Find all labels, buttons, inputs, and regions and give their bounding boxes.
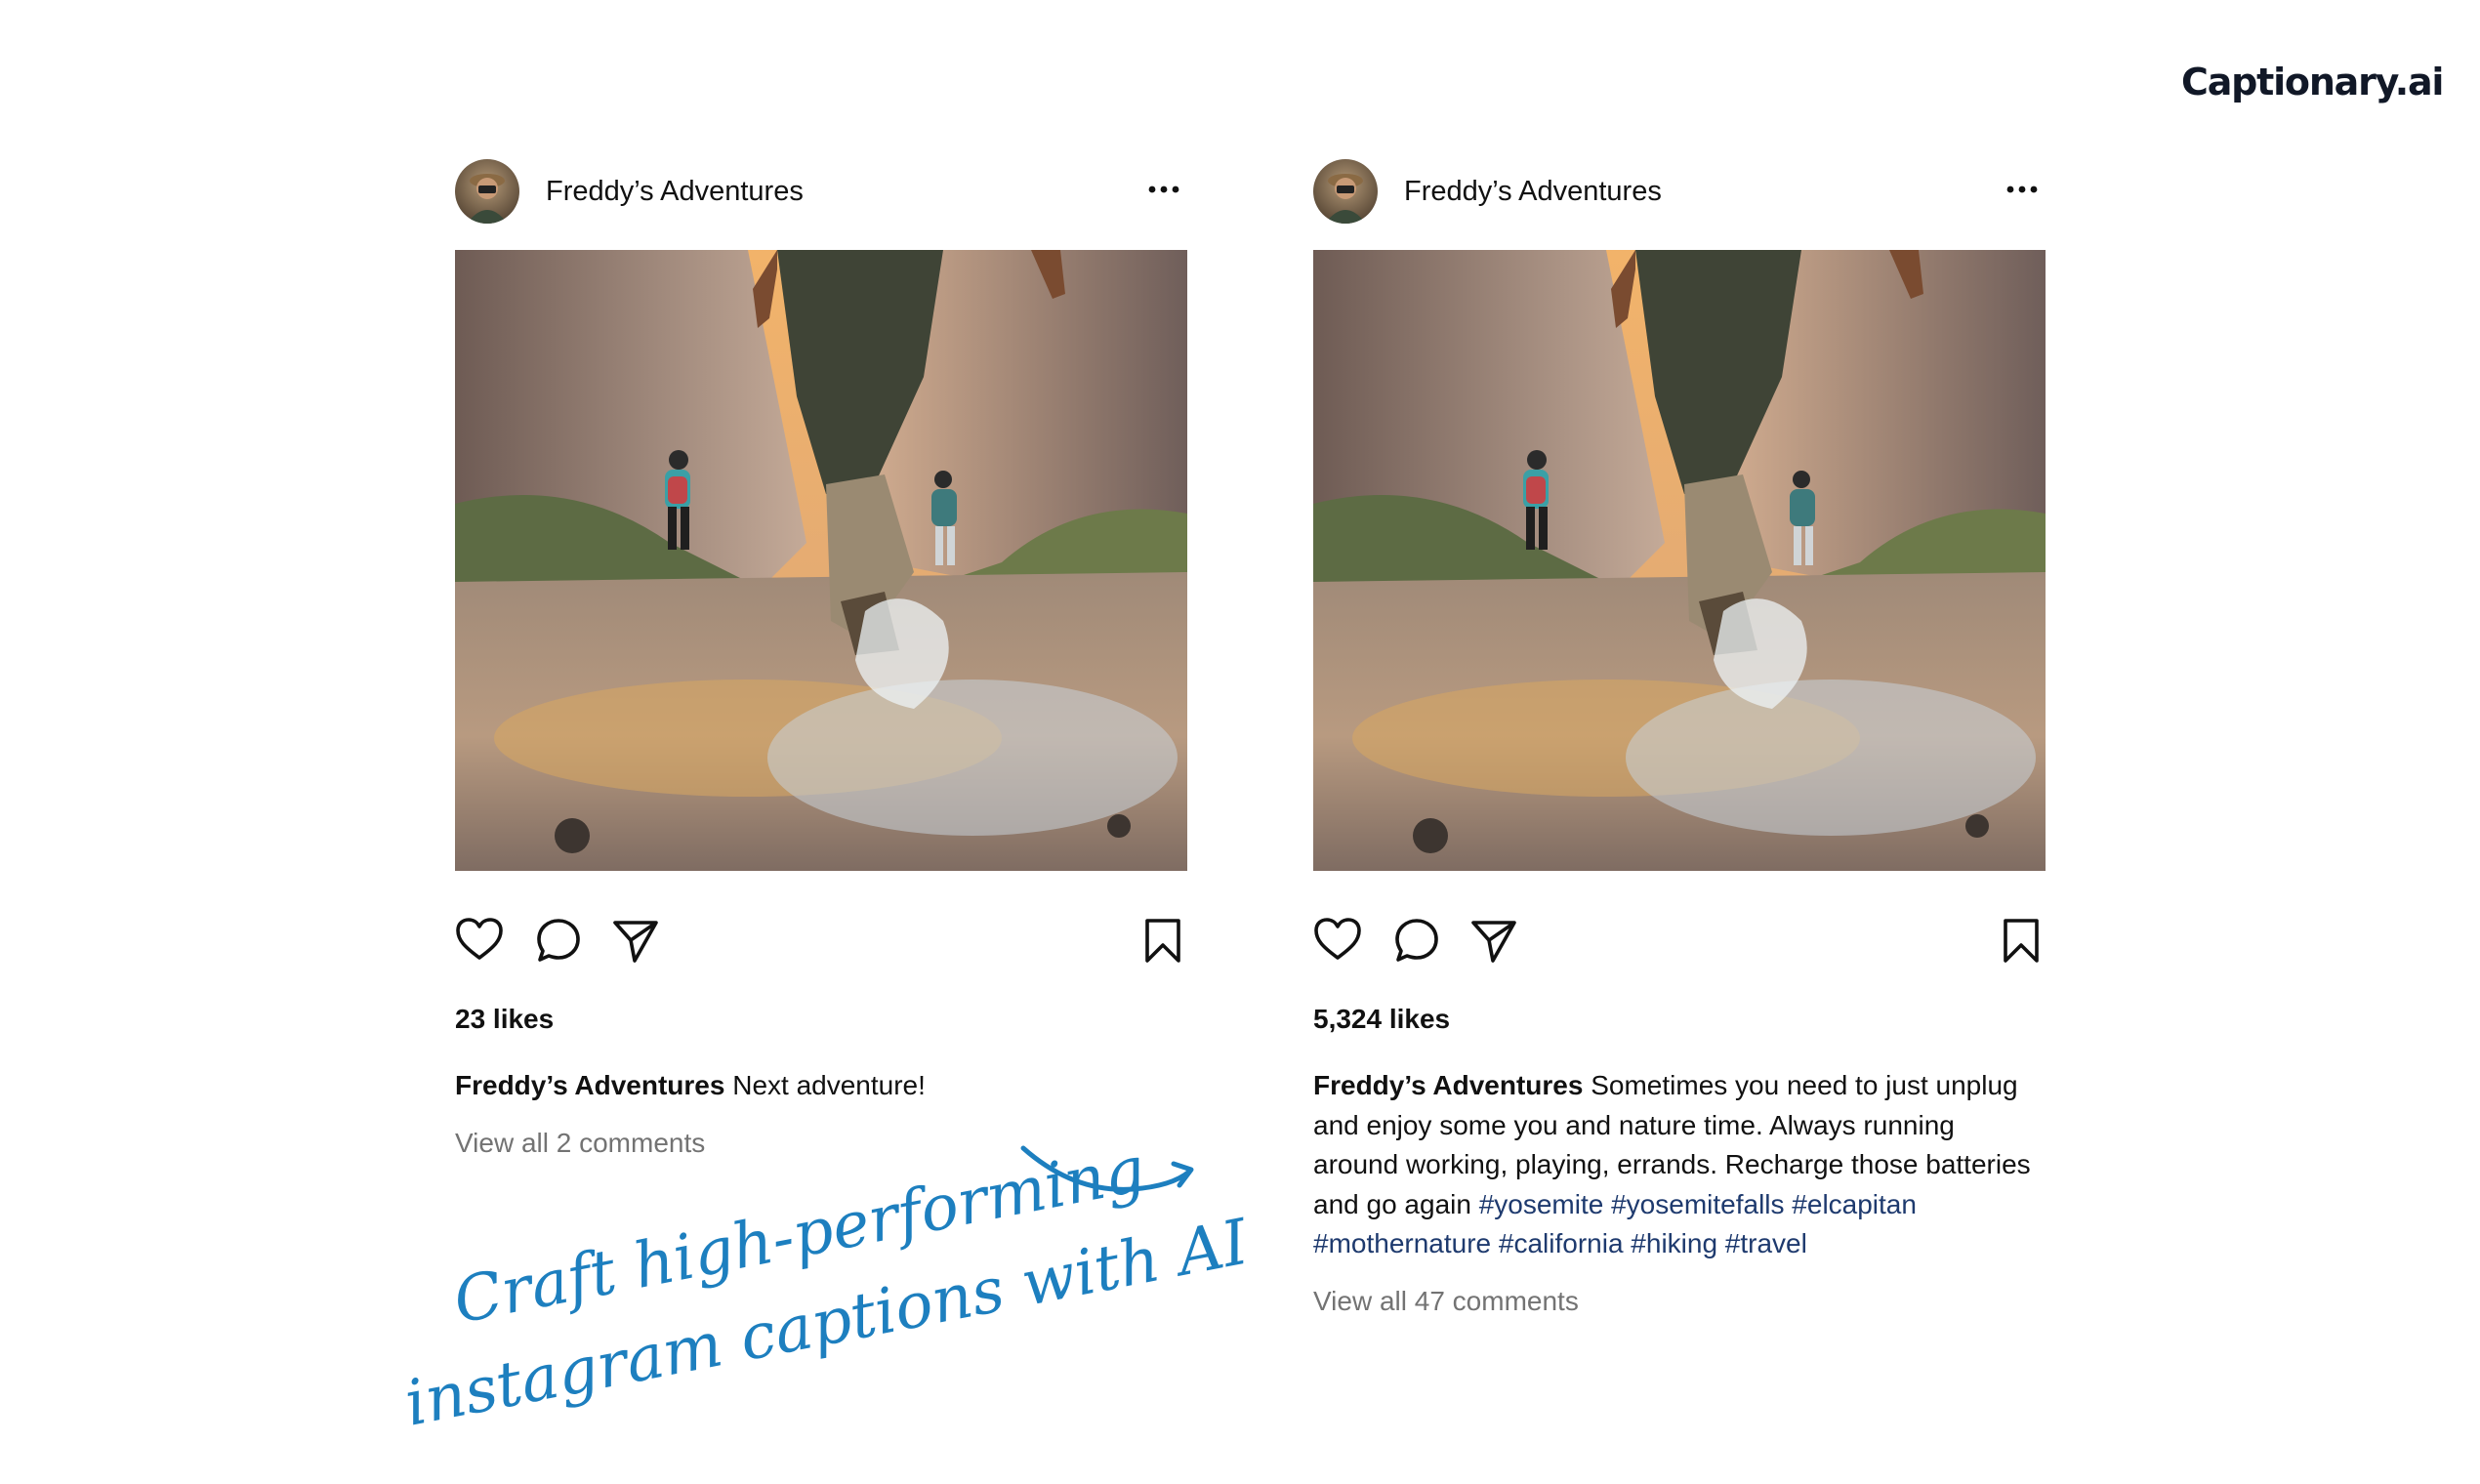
post-actions xyxy=(455,916,1187,963)
post-header: Freddy’s Adventures xyxy=(455,156,1187,227)
heart-icon[interactable] xyxy=(455,916,504,965)
caption-username[interactable]: Freddy’s Adventures xyxy=(1313,1070,1583,1100)
paper-plane-icon[interactable] xyxy=(1469,916,1518,965)
heart-icon[interactable] xyxy=(1313,916,1362,965)
likes-count[interactable]: 5,324 likes xyxy=(1313,1004,2046,1037)
bookmark-icon[interactable] xyxy=(1997,916,2046,965)
paper-plane-icon[interactable] xyxy=(611,916,660,965)
view-comments-link[interactable]: View all 47 comments xyxy=(1313,1286,2046,1317)
comment-bubble-icon[interactable] xyxy=(1392,916,1441,965)
caption-text: Next adventure! xyxy=(724,1070,926,1100)
bookmark-icon[interactable] xyxy=(1138,916,1187,965)
comment-bubble-icon[interactable] xyxy=(534,916,583,965)
likes-count[interactable]: 23 likes xyxy=(455,1004,1187,1037)
post-photo[interactable] xyxy=(455,250,1187,871)
avatar[interactable] xyxy=(455,159,519,224)
post-card-before: Freddy’s Adventures 23 likes Freddy’s Ad… xyxy=(455,156,1187,1159)
post-caption: Freddy’s Adventures Sometimes you need t… xyxy=(1313,1066,2046,1264)
post-header: Freddy’s Adventures xyxy=(1313,156,2046,227)
tagline: Craft high-performing instagram captions… xyxy=(399,1134,1256,1445)
post-photo[interactable] xyxy=(1313,250,2046,871)
post-username[interactable]: Freddy’s Adventures xyxy=(1404,176,1662,208)
brand-logo: Captionary.ai xyxy=(2181,61,2444,103)
post-caption: Freddy’s Adventures Next adventure! xyxy=(455,1066,1187,1106)
post-card-after: Freddy’s Adventures 5,324 likes Freddy’s… xyxy=(1313,156,2046,1317)
post-username[interactable]: Freddy’s Adventures xyxy=(546,176,804,208)
post-actions xyxy=(1313,916,2046,963)
caption-username[interactable]: Freddy’s Adventures xyxy=(455,1070,724,1100)
more-options-icon[interactable] xyxy=(1146,178,1181,201)
more-options-icon[interactable] xyxy=(2005,178,2040,201)
avatar[interactable] xyxy=(1313,159,1378,224)
